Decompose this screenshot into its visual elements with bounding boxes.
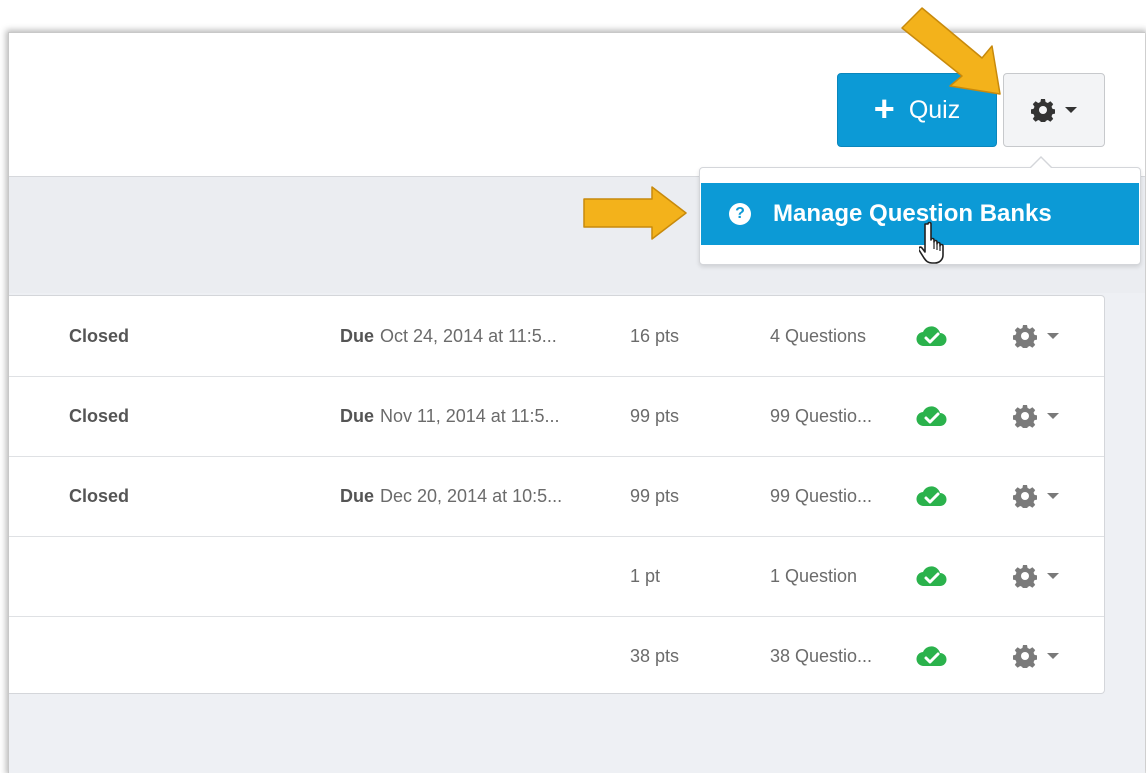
due-value: Oct 24, 2014 at 11:5...	[380, 325, 557, 346]
quiz-settings-button[interactable]	[1013, 376, 1059, 456]
gear-icon	[1013, 485, 1037, 508]
quiz-settings-button[interactable]	[1013, 296, 1059, 376]
published-toggle[interactable]	[915, 456, 949, 536]
dropdown-pointer-fill	[1030, 158, 1052, 169]
chevron-down-icon	[1047, 493, 1059, 499]
chevron-down-icon	[1047, 653, 1059, 659]
quiz-points: 99 pts	[630, 485, 680, 506]
quiz-status: Closed	[69, 485, 130, 506]
gear-icon	[1013, 565, 1037, 588]
gear-icon	[1013, 405, 1037, 428]
quiz-row[interactable]: 1 pt 1 Question	[9, 536, 1104, 617]
quiz-points: 99 pts	[630, 405, 680, 426]
gear-icon	[1013, 645, 1037, 668]
quiz-question-count: 99 Questio...	[770, 405, 873, 426]
question-circle-icon: ?	[729, 203, 751, 225]
quiz-points: 1 pt	[630, 565, 661, 586]
plus-icon: +	[873, 87, 895, 129]
chevron-down-icon	[1047, 413, 1059, 419]
quizzes-panel: + Quiz ? Manage Question Banks Closed Du…	[8, 32, 1145, 773]
quiz-status: Closed	[69, 325, 130, 346]
hand-pointer-icon	[919, 221, 944, 264]
quiz-row[interactable]: Closed Due Nov 11, 2014 at 11:5... 99 pts…	[9, 376, 1104, 457]
quiz-question-count: 4 Questions	[770, 325, 867, 346]
quiz-settings-button[interactable]	[1013, 536, 1059, 616]
published-toggle[interactable]	[915, 616, 949, 696]
due-value: Dec 20, 2014 at 10:5...	[380, 485, 563, 506]
published-toggle[interactable]	[915, 536, 949, 616]
annotation-arrow-icon	[583, 186, 687, 240]
quiz-due-date: Due Nov 11, 2014 at 11:5...	[340, 376, 559, 456]
quiz-list: Closed Due Oct 24, 2014 at 11:5... 16 pts…	[9, 295, 1105, 694]
cloud-check-icon	[916, 646, 947, 667]
quiz-settings-button[interactable]	[1013, 616, 1059, 696]
cloud-check-icon	[916, 326, 947, 347]
chevron-down-icon	[1047, 573, 1059, 579]
quiz-points: 38 pts	[630, 645, 680, 666]
chevron-down-icon	[1047, 333, 1059, 339]
quiz-due-date: Due Dec 20, 2014 at 10:5...	[340, 456, 562, 536]
chevron-down-icon	[1065, 107, 1077, 113]
published-toggle[interactable]	[915, 376, 949, 456]
quiz-settings-button[interactable]	[1013, 456, 1059, 536]
cloud-check-icon	[916, 566, 947, 587]
quiz-points: 16 pts	[630, 325, 680, 346]
quiz-question-count: 99 Questio...	[770, 485, 873, 506]
quiz-row[interactable]: Closed Due Oct 24, 2014 at 11:5... 16 pts…	[9, 296, 1104, 377]
gear-icon	[1013, 325, 1037, 348]
quiz-status: Closed	[69, 405, 130, 426]
quiz-due-date	[340, 616, 346, 696]
manage-question-banks-label: Manage Question Banks	[773, 200, 1052, 227]
cloud-check-icon	[916, 406, 947, 427]
due-value: Nov 11, 2014 at 11:5...	[380, 405, 560, 426]
annotation-arrow-icon	[901, 7, 1001, 95]
quiz-question-count: 1 Question	[770, 565, 858, 586]
due-label: Due	[340, 325, 375, 346]
quiz-row[interactable]: Closed Due Dec 20, 2014 at 10:5... 99 pts…	[9, 456, 1104, 537]
quiz-due-date: Due Oct 24, 2014 at 11:5...	[340, 296, 557, 376]
cloud-check-icon	[916, 486, 947, 507]
due-label: Due	[340, 405, 375, 426]
quiz-row[interactable]: 38 pts 38 Questio...	[9, 616, 1104, 696]
published-toggle[interactable]	[915, 296, 949, 376]
quiz-due-date	[340, 536, 346, 616]
quiz-question-count: 38 Questio...	[770, 645, 873, 666]
due-label: Due	[340, 485, 375, 506]
gear-icon	[1031, 99, 1055, 122]
